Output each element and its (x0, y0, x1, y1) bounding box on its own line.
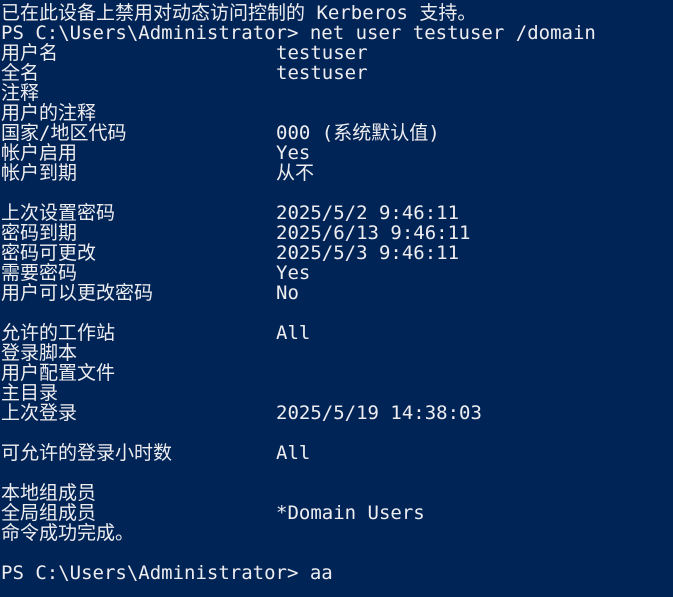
field-label: 本地组成员 (1, 482, 97, 504)
field-row: 用户名 testuser (0, 43, 673, 63)
field-label: 登录脚本 (1, 342, 78, 364)
field-value: 2025/5/2 9:46:11 (276, 202, 460, 224)
field-value: All (276, 442, 311, 464)
field-row: 可允许的登录小时数 All (0, 443, 673, 463)
field-label: 需要密码 (1, 262, 78, 284)
field-label: 主目录 (1, 382, 59, 404)
field-value: *Domain Users (276, 502, 425, 524)
field-label: 帐户到期 (1, 162, 78, 184)
field-row: 全名 testuser (0, 63, 673, 83)
field-label: 上次设置密码 (1, 202, 116, 224)
field-row: 密码到期 2025/6/13 9:46:11 (0, 223, 673, 243)
field-label: 国家/地区代码 (1, 122, 127, 144)
field-value: 2025/5/19 14:38:03 (276, 402, 482, 424)
field-label: 可允许的登录小时数 (1, 442, 173, 464)
command-line: PS C:\Users\Administrator> net user test… (1, 22, 596, 44)
field-row: 注释 (0, 83, 673, 103)
field-row: 上次登录 2025/5/19 14:38:03 (0, 403, 673, 423)
field-label: 用户名 (1, 42, 59, 64)
field-row: 上次设置密码 2025/5/2 9:46:11 (0, 203, 673, 223)
field-label: 全名 (1, 62, 40, 84)
field-row: 国家/地区代码 000 (系统默认值) (0, 123, 673, 143)
field-value: 2025/5/3 9:46:11 (276, 242, 460, 264)
current-prompt-line[interactable]: PS C:\Users\Administrator> aa (1, 563, 333, 583)
field-row: 允许的工作站 All (0, 323, 673, 343)
field-value: All (276, 322, 311, 344)
field-value: Yes (276, 262, 311, 284)
field-row: 帐户到期 从不 (0, 163, 673, 183)
field-row: 用户可以更改密码 No (0, 283, 673, 303)
field-value: 2025/6/13 9:46:11 (276, 222, 471, 244)
field-label: 帐户启用 (1, 142, 78, 164)
field-row: 全局组成员 *Domain Users (0, 503, 673, 523)
success-message-line: 命令成功完成。 (1, 522, 135, 544)
field-label: 用户的注释 (1, 102, 97, 124)
field-label: 密码到期 (1, 222, 78, 244)
field-label: 注释 (1, 82, 40, 104)
field-row: 密码可更改 2025/5/3 9:46:11 (0, 243, 673, 263)
kerberos-notice-line: 已在此设备上禁用对动态访问控制的 Kerberos 支持。 (1, 2, 477, 24)
field-label: 用户配置文件 (1, 362, 116, 384)
field-row (0, 183, 673, 203)
field-value: 000 (系统默认值) (276, 122, 440, 144)
powershell-console[interactable]: 已在此设备上禁用对动态访问控制的 Kerberos 支持。 PS C:\User… (0, 0, 673, 597)
field-value: No (276, 282, 299, 304)
field-value: Yes (276, 142, 311, 164)
field-row: 登录脚本 (0, 343, 673, 363)
field-value: testuser (276, 42, 368, 64)
field-label: 全局组成员 (1, 502, 97, 524)
field-value: testuser (276, 62, 368, 84)
field-row (0, 463, 673, 483)
field-row (0, 303, 673, 323)
field-row: 用户的注释 (0, 103, 673, 123)
field-row: 用户配置文件 (0, 363, 673, 383)
field-row: 主目录 (0, 383, 673, 403)
field-row (0, 423, 673, 443)
field-label: 用户可以更改密码 (1, 282, 154, 304)
field-label: 允许的工作站 (1, 322, 116, 344)
field-label: 密码可更改 (1, 242, 97, 264)
field-value: 从不 (276, 162, 315, 184)
field-label: 上次登录 (1, 402, 78, 424)
field-row: 帐户启用 Yes (0, 143, 673, 163)
field-row: 本地组成员 (0, 483, 673, 503)
field-row: 需要密码 Yes (0, 263, 673, 283)
